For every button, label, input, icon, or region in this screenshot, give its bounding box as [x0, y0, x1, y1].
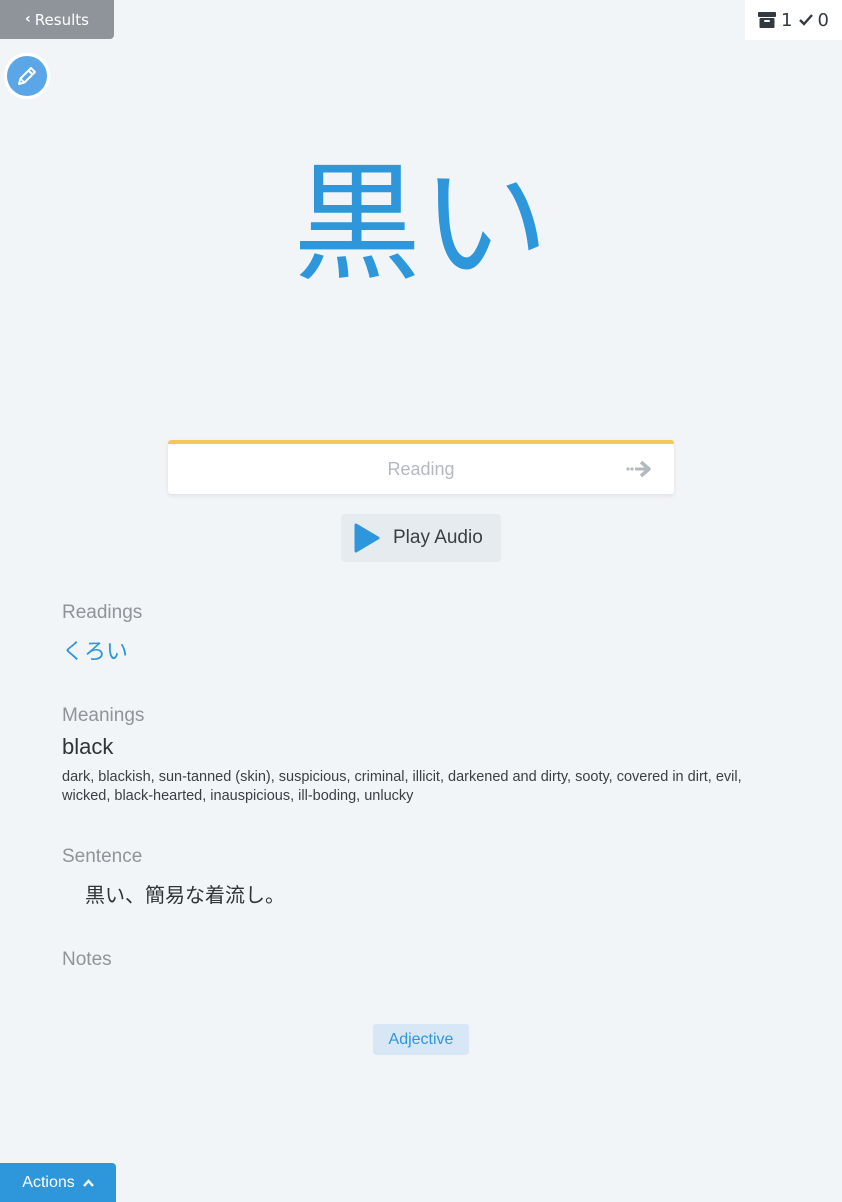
chevron-up-icon [82, 1178, 94, 1187]
vocabulary-word: 黒い [292, 150, 549, 299]
results-back-label: Results [34, 10, 89, 29]
check-icon [798, 14, 813, 26]
progress-counters: 1 0 [745, 0, 842, 40]
play-audio-label: Play Audio [393, 527, 483, 548]
readings-heading: Readings [62, 602, 143, 623]
readings-value: くろい [62, 640, 129, 665]
archive-icon [758, 12, 777, 28]
results-back-button[interactable]: ‹ Results [0, 0, 114, 39]
chevron-left-icon: ‹ [25, 10, 31, 27]
archive-count: 1 [781, 9, 793, 31]
actions-label: Actions [22, 1173, 75, 1191]
correct-counter: 0 [798, 9, 829, 31]
sentence-value: 黒い、簡易な着流し。 [85, 883, 285, 907]
submit-arrow-icon[interactable] [626, 458, 652, 480]
sentence-heading: Sentence [62, 846, 143, 867]
meaning-alternatives: dark, blackish, sun-tanned (skin), suspi… [62, 769, 742, 804]
play-audio-button[interactable]: Play Audio [341, 514, 501, 562]
meanings-heading: Meanings [62, 705, 145, 726]
reading-answer-box [168, 440, 674, 494]
notes-heading: Notes [62, 949, 112, 970]
meaning-primary: black [62, 734, 114, 759]
play-icon [354, 523, 380, 553]
reading-input[interactable] [168, 444, 674, 494]
edit-button[interactable] [4, 53, 50, 99]
pencil-icon [18, 67, 36, 85]
part-of-speech-tag: Adjective [373, 1024, 469, 1055]
archive-counter: 1 [758, 9, 793, 31]
correct-count: 0 [817, 9, 829, 31]
actions-button[interactable]: Actions [0, 1163, 116, 1202]
